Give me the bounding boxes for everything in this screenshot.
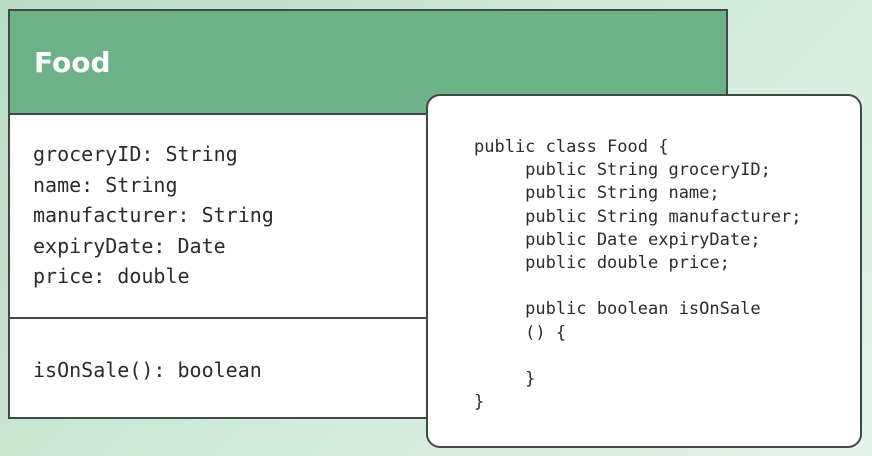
java-code-card: public class Food { public String grocer… <box>426 94 862 448</box>
code-line: public double price; <box>474 252 730 273</box>
uml-class-name: Food <box>34 46 111 79</box>
attribute-item: manufacturer: String <box>33 203 274 227</box>
method-item: isOnSale(): boolean <box>33 358 262 382</box>
code-line: public String manufacturer; <box>474 206 802 227</box>
code-line: () { <box>474 322 567 343</box>
code-block: public class Food { public String grocer… <box>474 136 802 414</box>
attribute-item: groceryID: String <box>33 142 238 166</box>
attribute-item: name: String <box>33 172 178 197</box>
code-line: } <box>474 392 485 413</box>
attribute-item: expiryDate: Date <box>33 233 226 258</box>
attribute-list: groceryID: String name: String manufactu… <box>33 139 274 292</box>
code-line: public boolean isOnSale <box>474 299 761 320</box>
code-line: public String groceryID; <box>474 160 771 181</box>
attribute-item: price: double <box>33 264 190 288</box>
code-line: public Date expiryDate; <box>474 229 761 250</box>
method-list: isOnSale(): boolean <box>33 355 262 385</box>
code-line: } <box>474 368 536 389</box>
code-line: public class Food { <box>474 137 669 157</box>
code-line: public String name; <box>474 183 720 204</box>
